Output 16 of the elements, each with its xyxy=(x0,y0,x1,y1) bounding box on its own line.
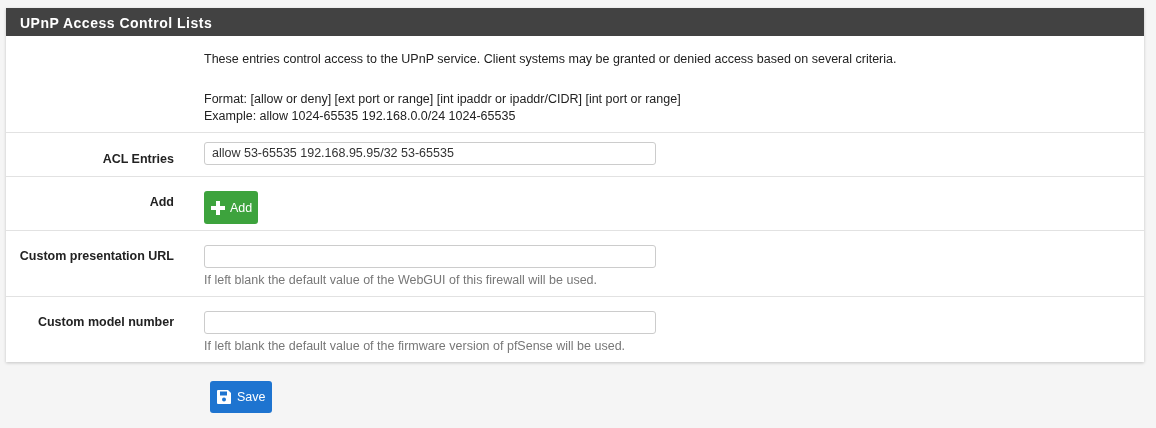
help-text: These entries control access to the UPnP service. Client systems may be granted or denied access based on several criteria. xyxy=(204,51,897,68)
help-text: Format: [allow or deny] [ext port or range] [int ipaddr or ipaddr/CIDR] [int port or range] xyxy=(204,90,682,108)
input-field[interactable] xyxy=(204,311,656,335)
field-label: Custom model number xyxy=(37,315,174,330)
add-button[interactable]: Add xyxy=(204,191,259,225)
save-button[interactable]: Save xyxy=(210,381,272,414)
input-field[interactable] xyxy=(204,245,656,269)
plus-icon xyxy=(210,199,226,216)
input-field[interactable]: allow 53-65535 192.168.95.95/32 53-65535 xyxy=(204,141,656,165)
help-text: If left blank the default value of the firmware version of pfSense will be used. xyxy=(204,339,627,355)
help-text: Example: allow 1024-65535 192.168.0.0/24 1024-65535 xyxy=(204,107,517,125)
field-label: ACL Entries xyxy=(102,151,174,166)
panel-title: UPnP Access Control Lists xyxy=(6,8,1144,36)
help-text: If left blank the default value of the WebGUI of this firewall will be used. xyxy=(204,273,599,289)
field-label: Custom presentation URL xyxy=(19,249,174,264)
field-label: Add xyxy=(149,195,174,210)
